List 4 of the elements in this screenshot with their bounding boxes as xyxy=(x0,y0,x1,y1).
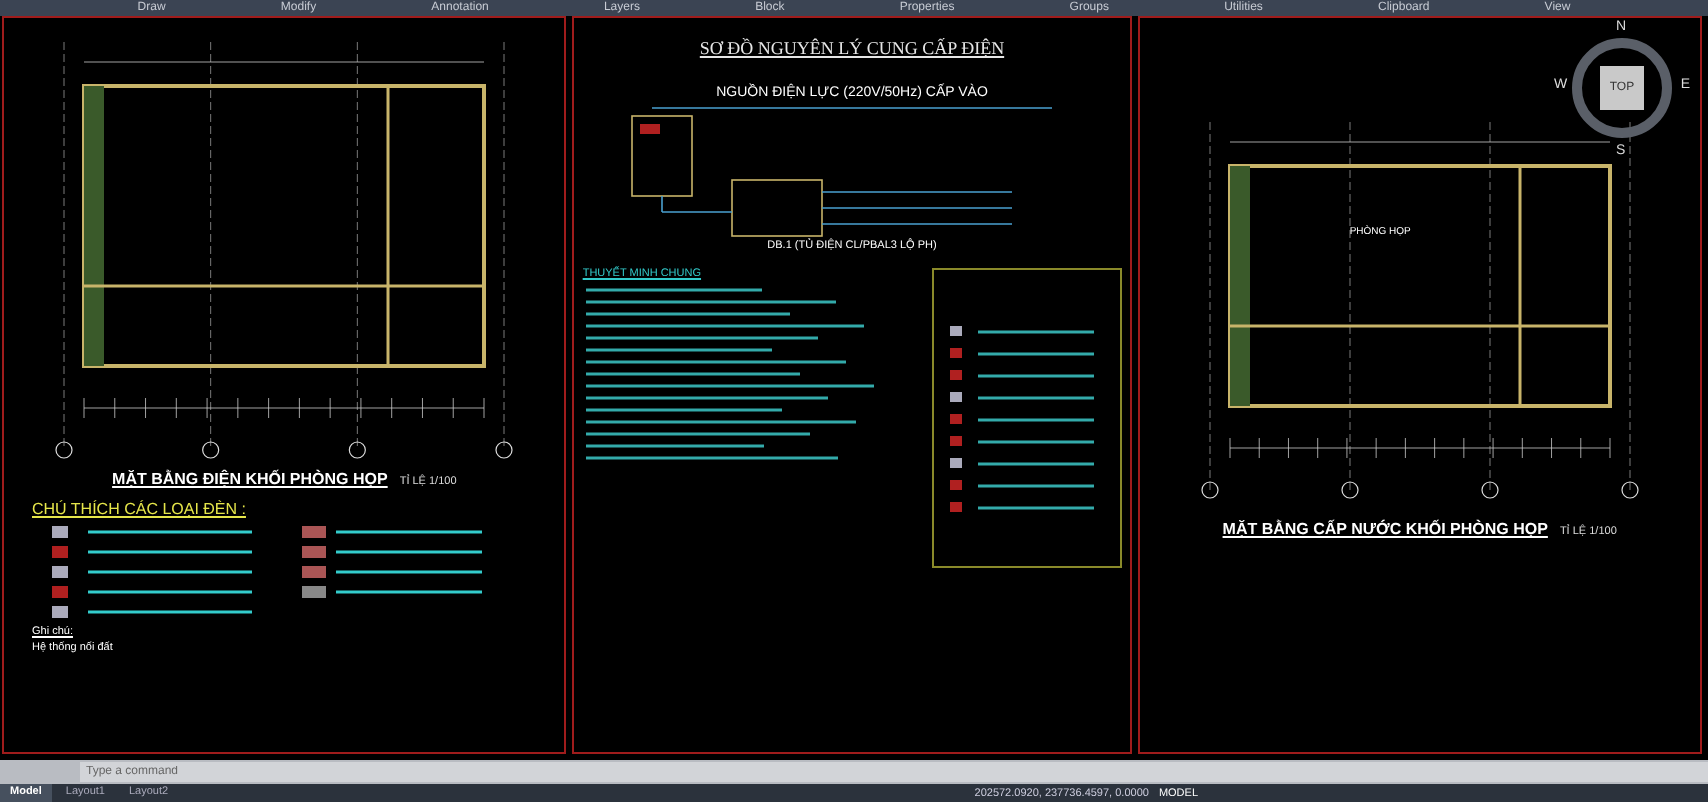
plan-title: MẶT BẰNG CẤP NƯỚC KHỐI PHÒNG HỌP xyxy=(1222,520,1548,538)
sheet-title: SƠ ĐỒ NGUYÊN LÝ CUNG CẤP ĐIỆN xyxy=(699,38,1005,58)
legend-title: CHÚ THÍCH CÁC LOẠI ĐÈN : xyxy=(32,500,248,518)
plan-title: MẶT BẰNG ĐIỆN KHỐI PHÒNG HỌP xyxy=(112,470,388,488)
